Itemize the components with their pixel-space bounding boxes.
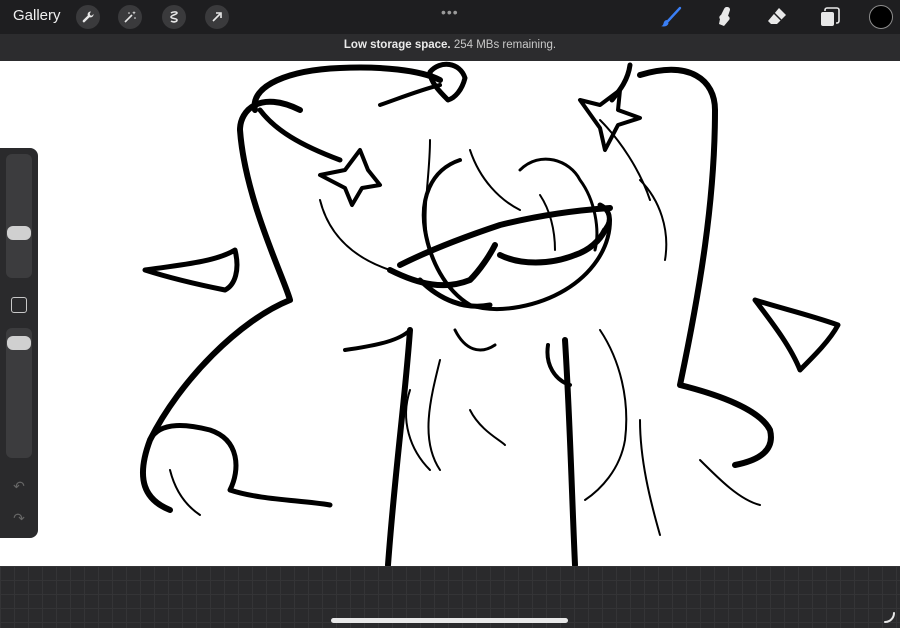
smudge-icon[interactable]	[712, 5, 736, 29]
layers-icon[interactable]	[818, 5, 842, 29]
selection-button[interactable]	[162, 5, 186, 29]
left-sidebar: ↶ ↷	[0, 148, 38, 538]
brush-icon[interactable]	[659, 5, 683, 29]
transform-arrow-icon	[212, 12, 222, 22]
magic-wand-icon	[124, 11, 136, 23]
bottom-bar	[0, 566, 900, 628]
top-toolbar: Gallery •••	[0, 0, 900, 34]
transform-button[interactable]	[205, 5, 229, 29]
brush-size-handle[interactable]	[7, 225, 31, 240]
home-indicator[interactable]	[331, 618, 568, 623]
low-storage-banner: Low storage space. 254 MBs remaining.	[0, 34, 900, 61]
notice-text: 254 MBs remaining.	[450, 39, 557, 51]
gallery-button[interactable]: Gallery	[13, 7, 61, 24]
sketch-artwork	[139, 61, 841, 566]
opacity-handle[interactable]	[7, 335, 31, 350]
drawing-canvas[interactable]	[0, 61, 900, 566]
modify-button[interactable]	[11, 297, 27, 313]
actions-wrench-button[interactable]	[76, 5, 100, 29]
color-picker-button[interactable]	[869, 5, 893, 29]
notice-bold-text: Low storage space.	[343, 39, 451, 51]
wrench-icon	[82, 11, 94, 23]
eraser-icon[interactable]	[765, 5, 789, 29]
selection-icon	[170, 11, 178, 23]
brush-size-slider[interactable]	[6, 154, 32, 278]
more-options-handle[interactable]: •••	[441, 4, 459, 20]
undo-button[interactable]: ↶	[9, 478, 29, 494]
redo-button[interactable]: ↷	[9, 510, 29, 526]
quickmenu-corner-icon[interactable]	[882, 610, 896, 624]
adjustments-button[interactable]	[118, 5, 142, 29]
